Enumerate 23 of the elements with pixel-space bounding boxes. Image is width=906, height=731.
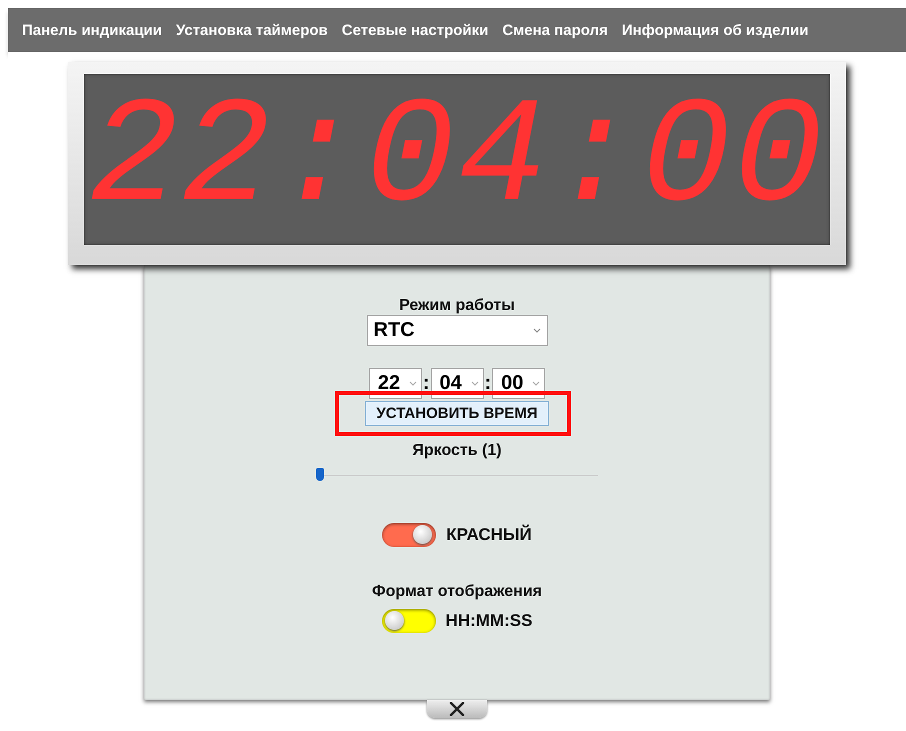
- nav-link[interactable]: Установка таймеров: [176, 22, 328, 38]
- chevron-icon: [532, 381, 540, 386]
- toggle-switch[interactable]: [382, 609, 436, 633]
- brightness-label: Яркость (1): [412, 442, 502, 460]
- toggle-switch[interactable]: [382, 523, 436, 547]
- clock-time: 22:04:00: [88, 84, 826, 234]
- chevron-icon: [408, 381, 417, 386]
- toggle-label: HH:MM:SS: [446, 611, 532, 631]
- set-time-button[interactable]: УСТАНОВИТЬ ВРЕМЯ: [365, 401, 549, 426]
- chevron-icon: [470, 381, 478, 386]
- mode-select[interactable]: RTC: [366, 315, 548, 346]
- nav-link[interactable]: Смена пароля: [502, 22, 608, 38]
- time-separator: :: [422, 372, 430, 395]
- nav-link[interactable]: Панель индикации: [22, 22, 162, 38]
- nav-link[interactable]: Сетевые настройки: [342, 22, 488, 38]
- nav-link[interactable]: Информация об изделии: [622, 22, 808, 38]
- format-label: Формат отображения: [372, 583, 542, 601]
- chevron-icon: [532, 328, 540, 333]
- toggle-label: КРАСНЫЙ: [446, 525, 532, 545]
- tools-tab[interactable]: [427, 700, 487, 718]
- mode-label: Режим работы: [399, 297, 515, 315]
- time-separator: :: [484, 372, 492, 395]
- slider-thumb[interactable]: [316, 468, 324, 481]
